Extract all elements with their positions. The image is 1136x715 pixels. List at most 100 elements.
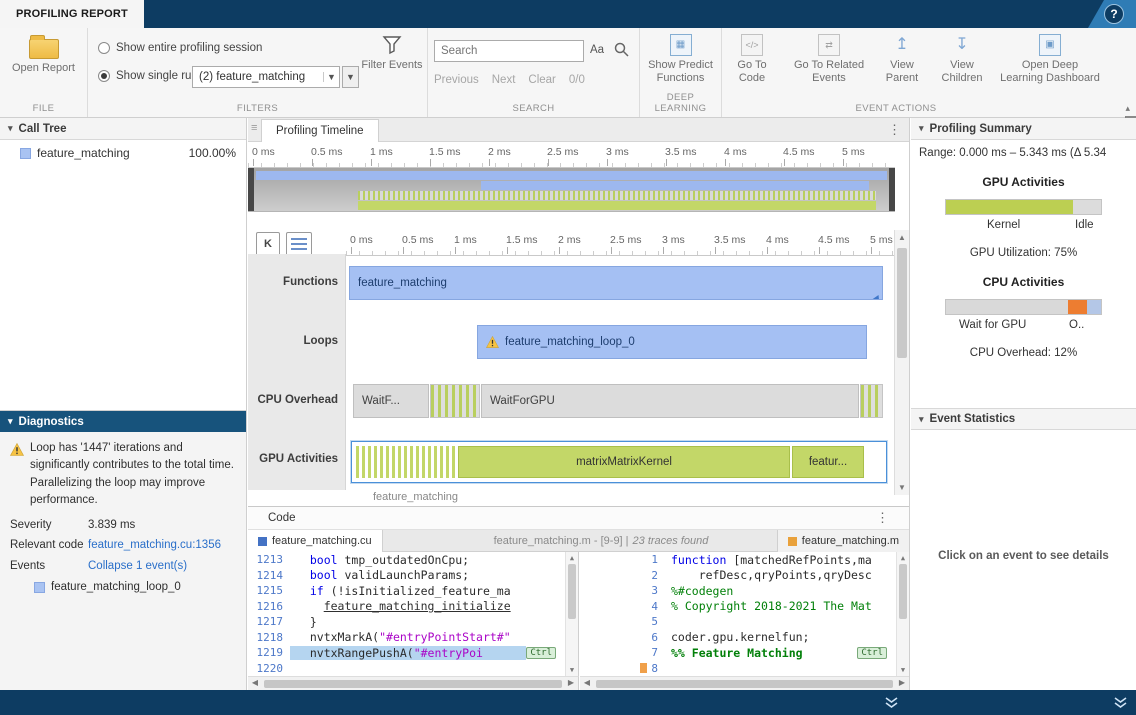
ctrl-key-badge: Ctrl xyxy=(857,647,887,659)
traces-found: 23 traces found xyxy=(633,535,709,547)
next-button[interactable]: Next xyxy=(492,74,516,86)
collapse-toolstrip-button[interactable]: ▴ xyxy=(1125,104,1130,113)
gpu-bar-matrixmatrixkernel[interactable]: matrixMatrixKernel xyxy=(458,446,790,478)
restore-code-panel-icon[interactable] xyxy=(884,696,899,712)
view-parent-button[interactable]: ↥ View Parent xyxy=(880,34,924,84)
code-line[interactable]: 7%% Feature MatchingCtrl xyxy=(579,645,909,661)
go-to-related-events-button[interactable]: ⇄ Go To Related Events xyxy=(790,34,868,84)
time-tick-label: 4 ms xyxy=(766,234,789,246)
profiling-summary-header[interactable]: ▾ Profiling Summary xyxy=(911,118,1136,140)
search-icon[interactable] xyxy=(614,42,629,60)
go-to-code-button[interactable]: </> Go To Code xyxy=(726,34,778,84)
timeline-overview[interactable] xyxy=(248,168,895,212)
search-input[interactable] xyxy=(434,40,584,62)
code-line[interactable]: 1216 feature_matching_initialize xyxy=(248,599,578,615)
code-line[interactable]: 5 xyxy=(579,614,909,630)
overview-cpu-band xyxy=(358,191,876,200)
time-tick-label: 5 ms xyxy=(870,234,893,246)
radio-show-entire-session[interactable]: Show entire profiling session xyxy=(98,42,262,54)
profiling-timeline-tab[interactable]: Profiling Timeline xyxy=(261,119,379,142)
run-selector-combo[interactable]: (2) feature_matching ▼ xyxy=(192,66,340,88)
call-tree-header[interactable]: ▾ Call Tree xyxy=(0,118,246,140)
profiling-report-tab[interactable]: PROFILING REPORT xyxy=(0,0,144,28)
panel-drag-handle[interactable]: ≡ xyxy=(251,122,257,134)
m-editor[interactable]: 1function [matchedRefPoints,ma2 refDesc,… xyxy=(579,552,909,676)
loop-event-item[interactable]: feature_matching_loop_0 xyxy=(34,579,236,596)
keyboard-shortcuts-button[interactable]: K xyxy=(256,232,280,256)
overview-time-ruler: 0 ms0.5 ms1 ms1.5 ms2 ms2.5 ms3 ms3.5 ms… xyxy=(248,142,895,168)
code-line[interactable]: 2 refDesc,qryPoints,qryDesc xyxy=(579,568,909,584)
code-line[interactable]: 6coder.gpu.kernelfun; xyxy=(579,630,909,646)
relevant-code-link[interactable]: feature_matching.cu:1356 xyxy=(88,537,236,554)
scroll-up-icon[interactable]: ▲ xyxy=(895,233,909,242)
timeline-menu-button[interactable]: ⋮ xyxy=(888,122,901,138)
m-editor-vscroll[interactable]: ▲▼ xyxy=(896,552,909,676)
cu-editor[interactable]: 1213 bool tmp_outdatedOnCpu;1214 bool va… xyxy=(248,552,579,676)
code-line[interactable]: 1218 nvtxMarkA("#entryPointStart#" xyxy=(248,630,578,646)
gpu-utilization-text: GPU Utilization: 75% xyxy=(911,247,1136,259)
show-predict-functions-button[interactable]: ▦ Show Predict Functions xyxy=(640,34,721,84)
event-statistics-header[interactable]: ▾ Event Statistics xyxy=(911,408,1136,430)
radio-show-single-run[interactable]: Show single run xyxy=(98,70,198,82)
loops-bar-feature-matching-loop-0[interactable]: feature_matching_loop_0 xyxy=(477,325,867,359)
view-children-button[interactable]: ↧ View Children xyxy=(936,34,988,84)
help-button[interactable]: ? xyxy=(1104,4,1124,24)
severity-value: 3.839 ms xyxy=(88,517,236,534)
m-editor-hscroll[interactable]: ◀▶ xyxy=(580,676,909,690)
run-selector-dropdown-button[interactable]: ▼ xyxy=(342,66,359,88)
open-deep-learning-dashboard-button[interactable]: ▣ Open Deep Learning Dashboard xyxy=(1000,34,1100,84)
cu-file-tab[interactable]: feature_matching.cu xyxy=(248,530,383,552)
scroll-down-icon[interactable]: ▼ xyxy=(895,483,909,492)
filter-events-button[interactable]: Filter Events xyxy=(360,34,424,72)
code-line[interactable]: 1219 nvtxRangePushA("#entryPoiCtrl xyxy=(248,645,578,661)
gpu-selected-group[interactable]: matrixMatrixKernel featur... xyxy=(351,441,887,483)
m-file-tab[interactable]: feature_matching.m xyxy=(777,530,909,552)
overview-right-handle[interactable] xyxy=(889,168,895,211)
code-line[interactable]: 1220 xyxy=(248,661,578,677)
code-line[interactable]: 1213 bool tmp_outdatedOnCpu; xyxy=(248,552,578,568)
wait-for-gpu-legend-label: Wait for GPU xyxy=(959,319,1026,331)
cu-editor-hscroll[interactable]: ◀▶ xyxy=(248,676,579,690)
m-file-tab-label: feature_matching.m xyxy=(802,535,899,547)
m-file-icon xyxy=(788,537,797,546)
event-list-button[interactable] xyxy=(286,232,312,256)
call-tree-root-row[interactable]: feature_matching 100.00% xyxy=(0,140,246,165)
open-report-button[interactable]: Open Report xyxy=(0,34,87,75)
cu-editor-vscroll[interactable]: ▲▼ xyxy=(565,552,578,676)
restore-panel-icon[interactable] xyxy=(1113,696,1128,712)
overview-functions-band xyxy=(256,171,887,180)
code-panel-title: Code xyxy=(268,512,296,524)
gpu-kernel-stripes[interactable] xyxy=(356,446,456,478)
scroll-thumb[interactable] xyxy=(897,248,907,358)
loop-color-swatch xyxy=(34,582,45,593)
code-line[interactable]: 3%#codegen xyxy=(579,583,909,599)
code-menu-button[interactable]: ⋮ xyxy=(876,510,889,526)
toolstrip: Open Report FILE Show entire profiling s… xyxy=(0,28,1136,118)
cpu-stripe-segment-end[interactable] xyxy=(860,384,883,418)
code-line[interactable]: 8 xyxy=(579,661,909,677)
diagnostics-header[interactable]: ▾ Diagnostics xyxy=(0,411,246,432)
events-collapse-link[interactable]: Collapse 1 event(s) xyxy=(88,558,236,575)
code-line[interactable]: 1217 } xyxy=(248,614,578,630)
cpu-legend: Wait for GPU O.. xyxy=(911,319,1136,335)
radio-entire-label: Show entire profiling session xyxy=(116,42,262,54)
other-segment xyxy=(1087,300,1101,314)
code-line[interactable]: 1function [matchedRefPoints,ma xyxy=(579,552,909,568)
event-actions-section-label: EVENT ACTIONS xyxy=(722,103,1070,114)
match-case-toggle[interactable]: Aa xyxy=(590,44,604,56)
code-line[interactable]: 1214 bool validLaunchParams; xyxy=(248,568,578,584)
diagnostic-warning: Loop has '1447' iterations and significa… xyxy=(10,440,236,509)
code-line[interactable]: 1215 if (!isInitialized_feature_ma xyxy=(248,583,578,599)
gpu-bar-tail[interactable]: featur... xyxy=(792,446,864,478)
timeline-vertical-scrollbar[interactable]: ▲ ▼ xyxy=(894,230,909,495)
cpu-bar-waitforgpu[interactable]: WaitForGPU xyxy=(481,384,859,418)
cpu-stripe-segment[interactable] xyxy=(430,384,480,418)
filters-section-label: FILTERS xyxy=(88,103,427,114)
overview-left-handle[interactable] xyxy=(248,168,254,211)
previous-button[interactable]: Previous xyxy=(434,74,479,86)
cpu-bar-waitf[interactable]: WaitF... xyxy=(353,384,429,418)
clear-button[interactable]: Clear xyxy=(528,74,555,86)
functions-bar-feature-matching[interactable]: feature_matching xyxy=(349,266,883,300)
code-line[interactable]: 4% Copyright 2018-2021 The Mat xyxy=(579,599,909,615)
filters-section: Show entire profiling session Show singl… xyxy=(88,28,428,117)
